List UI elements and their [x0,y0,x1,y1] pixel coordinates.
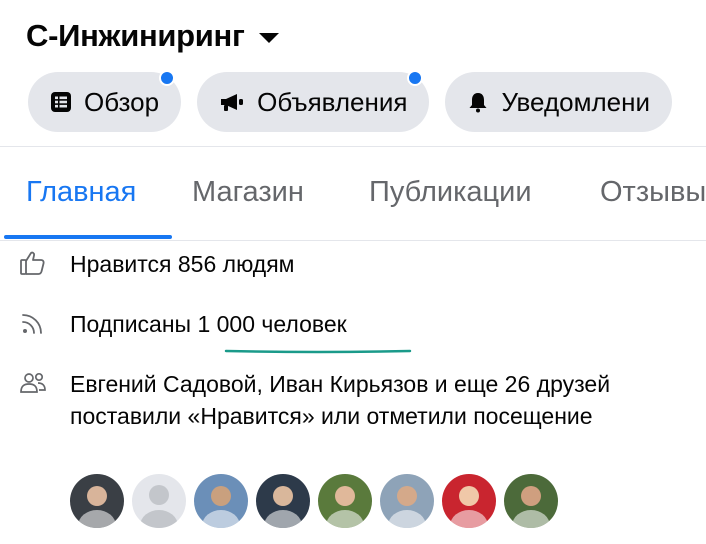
rss-icon [18,308,48,338]
friend-avatar[interactable] [132,474,186,528]
quick-actions: Обзор Объявления Уведомлени [28,70,672,132]
tab-shop[interactable]: Магазин [192,176,304,209]
notification-dot [407,70,424,86]
chip-notifications[interactable]: Уведомлени [445,72,672,132]
likes-text: Нравится 856 людям [70,251,295,277]
friend-avatar[interactable] [504,474,558,528]
likes-row: Нравится 856 людям [18,248,295,280]
megaphone-icon [219,91,245,113]
thumbs-up-icon [18,248,48,278]
chip-announcements[interactable]: Объявления [197,70,430,132]
bell-icon [467,91,489,113]
followers-row: Подписаны 1 000 человек [18,308,347,340]
chip-overview-label: Обзор [84,86,160,117]
tab-posts[interactable]: Публикации [369,176,532,209]
tabs-divider [0,240,706,241]
news-feed-icon [50,91,72,113]
highlight-underline [224,349,412,354]
page-title[interactable]: С-Инжиниринг [26,18,279,54]
friends-row: Евгений Садовой, Иван Кирьязов и еще 26 … [18,368,670,432]
tab-home[interactable]: Главная [26,176,136,209]
friend-avatar[interactable] [70,474,124,528]
friend-avatar[interactable] [380,474,434,528]
chip-overview[interactable]: Обзор [28,70,182,132]
tab-reviews[interactable]: Отзывы [600,176,706,209]
dropdown-caret-icon[interactable] [258,32,279,43]
friends-text: Евгений Садовой, Иван Кирьязов и еще 26 … [70,371,611,429]
friend-avatar[interactable] [318,474,372,528]
divider [0,146,706,147]
notification-dot [159,70,176,86]
friend-avatar[interactable] [442,474,496,528]
friends-avatars [70,474,558,528]
friend-avatar[interactable] [194,474,248,528]
chip-announcements-label: Объявления [257,86,408,117]
active-tab-indicator [4,235,172,239]
page-title-text: С-Инжиниринг [26,18,245,53]
chip-notifications-label: Уведомлени [501,86,650,117]
friends-icon [18,368,48,398]
followers-text: Подписаны 1 000 человек [70,311,347,337]
page-tabs: Главная Магазин Публикации Отзывы [0,150,706,240]
friend-avatar[interactable] [256,474,310,528]
